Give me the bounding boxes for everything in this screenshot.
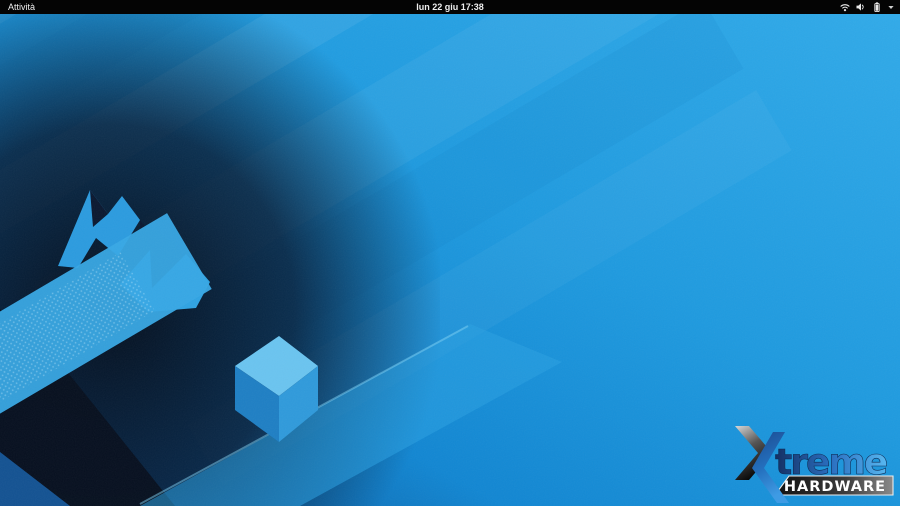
system-status-area[interactable] (834, 0, 900, 14)
activities-button[interactable]: Attività (0, 0, 43, 14)
menu-arrow-icon (888, 5, 894, 10)
clock[interactable]: lun 22 giu 17:38 (0, 0, 900, 14)
top-bar: Attività lun 22 giu 17:38 (0, 0, 900, 14)
battery-icon (872, 2, 882, 12)
wifi-icon (840, 2, 850, 12)
desktop[interactable]: treme HARDWARE (0, 14, 900, 506)
xtreme-hardware-logo: treme HARDWARE (727, 423, 899, 505)
logo-hardware-text: HARDWARE (784, 479, 886, 495)
logo-treme-text: treme (775, 442, 887, 483)
volume-icon (856, 2, 866, 12)
